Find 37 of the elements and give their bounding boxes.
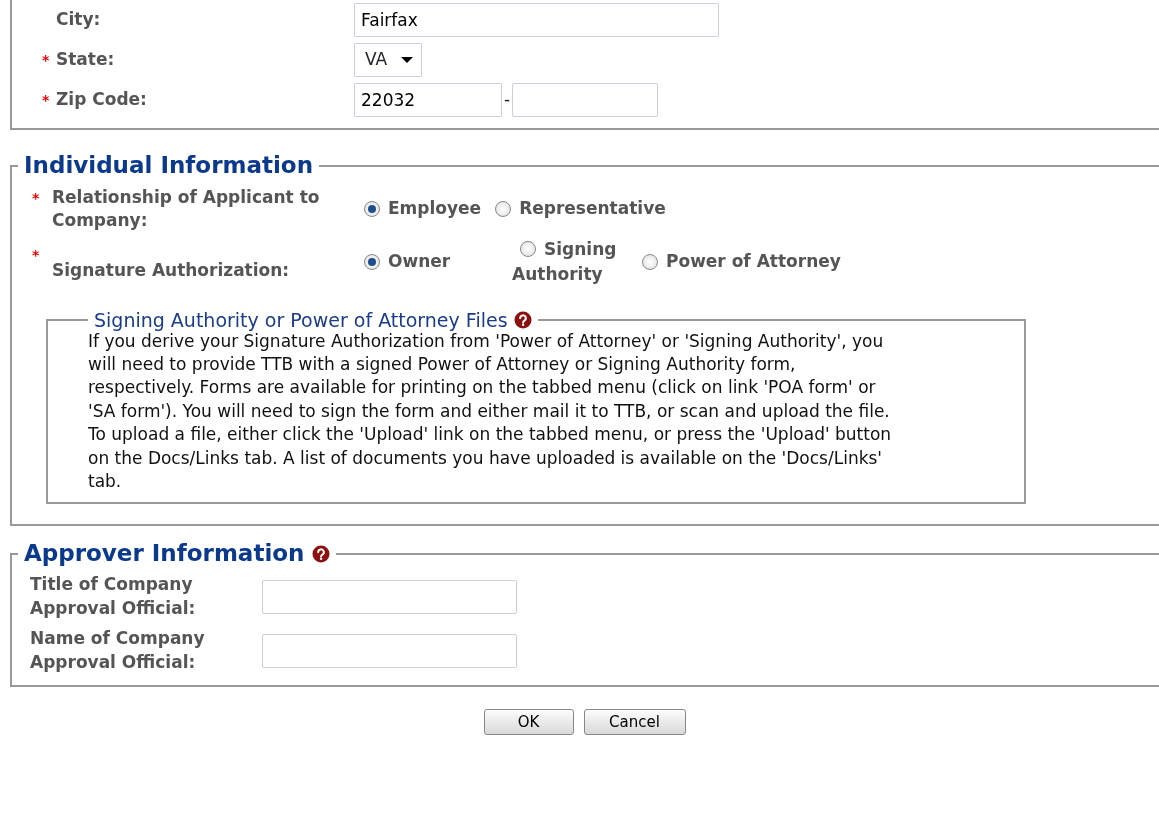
field-label: Title of Company Approval Official: (29, 573, 197, 621)
help-icon[interactable] (312, 544, 331, 563)
panel-title: Signing Authority or Power of Attorney Files (94, 308, 508, 332)
instructions-text: If you derive your Signature Authorization from 'Power of Attorney' or 'Signing Authority', you will need to provide TTB with a signed Power of Attorney or Signing Authority form, respectively. Forms are available for printing on the tabbed menu (click on link 'POA form' or 'SA form'). You will need to sign the form and either mail it to TTB, or scan and upload the file. To upload a file, either click the 'Upload' link on the tabbed menu, or press the 'Upload' button on the Docs/Links tab. A list of documents you have uploaded is available on the 'Docs/Links' tab. (88, 330, 893, 494)
zip-extension-field[interactable] (512, 83, 659, 117)
state-dropdown[interactable]: VA (354, 43, 423, 77)
caret-icon (401, 56, 414, 64)
radio-option[interactable]: Signing Authority (512, 237, 642, 287)
required-asterisk: * (32, 247, 40, 262)
radio-button[interactable] (642, 254, 658, 271)
required-asterisk: * (32, 190, 40, 205)
cancel-button[interactable]: Cancel (583, 708, 686, 735)
text-field[interactable] (262, 580, 517, 615)
radio-button[interactable] (364, 254, 380, 271)
zip-field[interactable]: 22032 (354, 83, 502, 117)
help-icon[interactable] (513, 311, 532, 330)
question-label: Relationship of Applicant to Company: (52, 185, 321, 232)
field-label: Name of Company Approval Official: (29, 626, 206, 674)
field-label: State: (56, 48, 115, 72)
ok-button[interactable]: OK (483, 708, 574, 735)
zip-separator: - (503, 88, 512, 112)
field-label: Zip Code: (56, 88, 147, 112)
radio-button[interactable] (495, 200, 512, 217)
radio-option[interactable]: Employee (364, 195, 482, 222)
text-field[interactable] (262, 633, 517, 668)
section-title: Individual Information (23, 152, 315, 180)
text-field[interactable]: Fairfax (354, 3, 719, 37)
radio-button[interactable] (520, 241, 536, 258)
radio-option[interactable]: Power of Attorney (642, 249, 902, 275)
required-asterisk: * (42, 93, 50, 108)
field-label: City: (56, 8, 101, 32)
section-title: Approver Information (24, 539, 305, 568)
required-asterisk: * (42, 53, 50, 68)
radio-option[interactable]: Representative (495, 195, 666, 222)
radio-option[interactable]: Owner (364, 249, 512, 275)
question-label: Signature Authorization: (52, 258, 290, 282)
radio-button[interactable] (364, 200, 380, 217)
